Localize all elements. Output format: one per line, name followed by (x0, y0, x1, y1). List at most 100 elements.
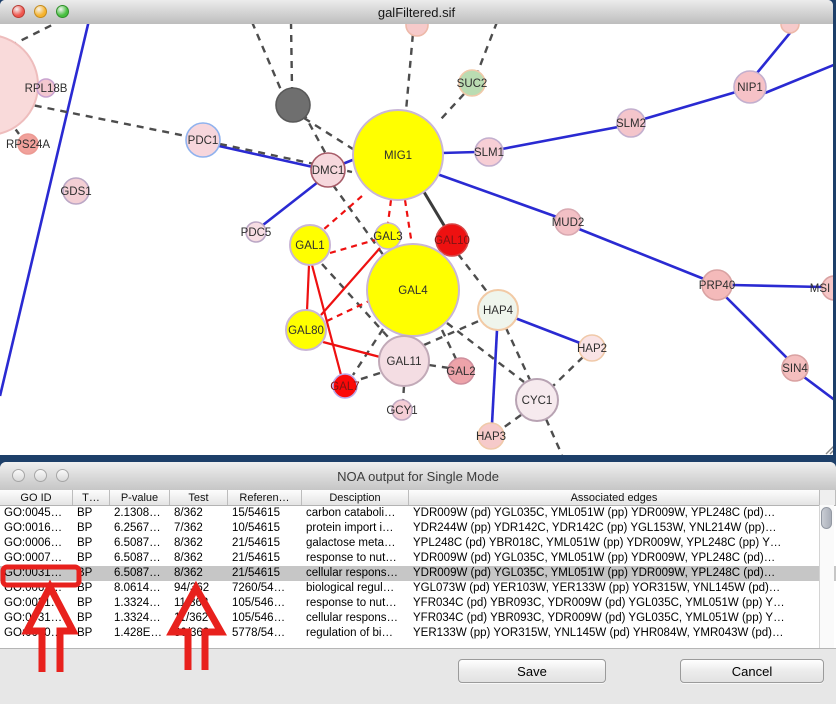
node-label-NIP1: NIP1 (737, 82, 763, 94)
column-header-associated-edges[interactable]: Associated edges (409, 490, 820, 505)
cancel-button[interactable]: Cancel (680, 659, 824, 683)
node-label-RPS24A: RPS24A (6, 139, 50, 151)
cell: 21/54615 (228, 566, 302, 581)
node-label-SLM1: SLM1 (474, 147, 504, 159)
edge-reddash (330, 240, 375, 253)
desktop: galFiltered.sif RPL18BRPS24AGDS1PDC1MIG1… (0, 0, 836, 704)
cell: BP (73, 626, 110, 641)
zoom-button-icon[interactable] (56, 469, 69, 482)
node-label-PDC1: PDC1 (188, 135, 219, 147)
close-button-icon[interactable] (12, 5, 25, 18)
column-header-desciption[interactable]: Desciption (302, 490, 409, 505)
network-window: galFiltered.sif RPL18BRPS24AGDS1PDC1MIG1… (0, 0, 833, 455)
column-header-referen-[interactable]: Referen… (228, 490, 302, 505)
node-node-top-partial[interactable] (406, 24, 428, 36)
cell: 10/54615 (228, 521, 302, 536)
column-header-t-[interactable]: T… (73, 490, 110, 505)
edge-red (323, 342, 380, 357)
cell: 21/54615 (228, 536, 302, 551)
cell: 11/362 (170, 611, 228, 626)
table-body: GO:0045…BP2.1308…8/36215/54615carbon cat… (0, 506, 836, 641)
node-node-topright-partial[interactable] (781, 24, 799, 33)
network-canvas[interactable]: RPL18BRPS24AGDS1PDC1MIG1DMC1SLM1SLM2NIP1… (0, 24, 833, 455)
node-label-RPL18B: RPL18B (25, 83, 68, 95)
cell: 5778/54… (228, 626, 302, 641)
cell: BP (73, 566, 110, 581)
cell: 8.0614… (110, 581, 170, 596)
edge-blue (579, 229, 704, 279)
cell: YDR009W (pd) YGL035C, YML051W (pp) YDR00… (409, 506, 820, 521)
table-row[interactable]: GO:0007…BP6.5087…8/36221/54615response t… (0, 551, 836, 566)
node-label-SLM2: SLM2 (616, 118, 646, 130)
cell: YPL248C (pd) YBR018C, YML051W (pp) YDR00… (409, 536, 820, 551)
table-row[interactable]: GO:0050…BP1.428E…80/3625778/54…regulatio… (0, 626, 836, 641)
node-node-gray[interactable] (276, 88, 310, 122)
network-graph: RPL18BRPS24AGDS1PDC1MIG1DMC1SLM1SLM2NIP1… (0, 24, 833, 455)
node-label-GAL2: GAL2 (446, 366, 475, 378)
cell: galactose meta… (302, 536, 409, 551)
edge-dash (546, 419, 562, 455)
node-label-MIG1: MIG1 (384, 150, 412, 162)
table-row[interactable]: GO:0031…BP1.3324…11/362105/546…response … (0, 596, 836, 611)
cell: 7/362 (170, 521, 228, 536)
network-window-title: galFiltered.sif (378, 5, 455, 20)
cell: YDR244W (pp) YDR142C, YDR142C (pp) YGL15… (409, 521, 820, 536)
cell: GO:0007… (0, 551, 73, 566)
cell: BP (73, 521, 110, 536)
cell: 6.5087… (110, 566, 170, 581)
cell: protein import i… (302, 521, 409, 536)
edge-dash (358, 373, 380, 380)
edge-reddash (323, 196, 362, 230)
table-row[interactable]: GO:0065…BP8.0614…94/3627260/54…biologica… (0, 581, 836, 596)
column-header-p-value[interactable]: P-value (110, 490, 170, 505)
minimize-button-icon[interactable] (34, 5, 47, 18)
cell: YDR009W (pd) YGL035C, YML051W (pp) YDR00… (409, 566, 820, 581)
table-scrollbar[interactable] (819, 505, 834, 648)
edge-dash (406, 24, 414, 111)
edge-dash (478, 24, 497, 71)
edge-reddash (405, 200, 412, 245)
table-row[interactable]: GO:0006…BP6.5087…8/36221/54615galactose … (0, 536, 836, 551)
cell: YER133W (pp) YOR315W, YNL145W (pd) YHR08… (409, 626, 820, 641)
edge-blue (492, 330, 497, 424)
table-row[interactable]: GO:0045…BP2.1308…8/36215/54615carbon cat… (0, 506, 836, 521)
cell: 2.1308… (110, 506, 170, 521)
edge-blue (765, 64, 833, 93)
node-label-MSI: MSI (810, 283, 830, 295)
close-button-icon[interactable] (12, 469, 25, 482)
column-header-go-id[interactable]: GO ID (0, 490, 73, 505)
cell: 1.428E… (110, 626, 170, 641)
minimize-button-icon[interactable] (34, 469, 47, 482)
edge-blue (732, 285, 822, 287)
column-header-test[interactable]: Test (170, 490, 228, 505)
cell: BP (73, 536, 110, 551)
node-label-GAL11: GAL11 (387, 356, 422, 368)
cell: BP (73, 581, 110, 596)
cell: GO:0031… (0, 611, 73, 626)
edge-dash (441, 94, 464, 119)
cell: 11/362 (170, 596, 228, 611)
network-window-titlebar[interactable]: galFiltered.sif (0, 0, 833, 25)
edge-dash (503, 415, 521, 428)
edge-dash (304, 118, 356, 151)
edge-blue (263, 182, 318, 225)
cell: 6.2567… (110, 521, 170, 536)
table-row[interactable]: GO:0016…BP6.2567…7/36210/54615protein im… (0, 521, 836, 536)
node-label-PDC5: PDC5 (241, 227, 272, 239)
noa-window-title: NOA output for Single Mode (337, 469, 499, 484)
noa-window-titlebar[interactable]: NOA output for Single Mode (0, 462, 836, 491)
cell: 6.5087… (110, 551, 170, 566)
node-label-PRP40: PRP40 (699, 280, 735, 292)
edge-blue (644, 92, 736, 119)
save-button[interactable]: Save (458, 659, 606, 683)
table-row[interactable]: GO:0031…BP6.5087…8/36221/54615cellular r… (0, 566, 836, 581)
cell: GO:0065… (0, 581, 73, 596)
table-row[interactable]: GO:0031…BP1.3324…11/362105/546…cellular … (0, 611, 836, 626)
zoom-button-icon[interactable] (56, 5, 69, 18)
cell: 105/546… (228, 596, 302, 611)
scrollbar-thumb[interactable] (821, 507, 832, 529)
cell: BP (73, 551, 110, 566)
edge-blue (515, 318, 580, 343)
cell: 1.3324… (110, 596, 170, 611)
cell: GO:0045… (0, 506, 73, 521)
